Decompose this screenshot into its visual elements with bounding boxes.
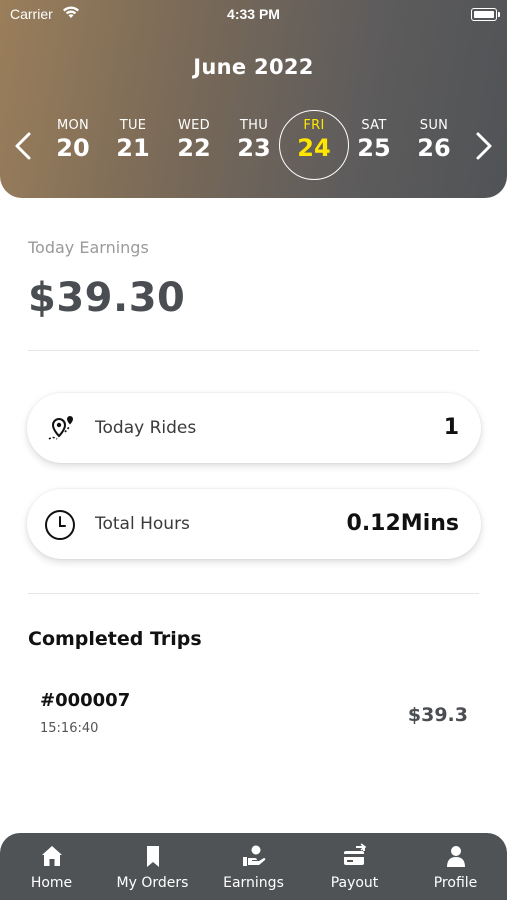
day-number: 25	[357, 134, 391, 162]
tab-my-orders[interactable]: My Orders	[102, 833, 203, 900]
home-icon	[41, 846, 62, 866]
tab-profile[interactable]: Profile	[405, 833, 506, 900]
profile-icon	[446, 846, 465, 867]
day-wed[interactable]: WED 22	[164, 118, 224, 162]
day-name: WED	[178, 118, 210, 133]
today-rides-card: Today Rides 1	[27, 393, 481, 463]
today-earnings-value: $39.30	[28, 275, 186, 321]
day-name: SAT	[361, 118, 387, 133]
tab-payout[interactable]: Payout	[304, 833, 405, 900]
tab-label: Payout	[330, 875, 379, 891]
today-rides-value: 1	[443, 415, 459, 440]
day-sat[interactable]: SAT 25	[344, 118, 404, 162]
day-number: 21	[116, 134, 150, 162]
day-number: 26	[417, 134, 451, 162]
day-name: MON	[56, 118, 90, 133]
battery-icon	[471, 8, 500, 21]
tab-label: Earnings	[223, 875, 284, 891]
day-name: SUN	[419, 118, 449, 133]
status-bar: Carrier 4:33 PM	[0, 0, 507, 30]
day-number: 23	[237, 134, 271, 162]
trip-time: 15:16:40	[40, 721, 99, 736]
day-number: 22	[177, 134, 211, 162]
total-hours-value: 0.12Mins	[346, 511, 459, 536]
day-thu[interactable]: THU 23	[224, 118, 284, 162]
month-title: June 2022	[193, 55, 314, 79]
completed-trips-title: Completed Trips	[28, 628, 202, 650]
calendar-header: Carrier 4:33 PM June 2022 MON 20 TUE 21 …	[0, 0, 507, 198]
day-name: TUE	[119, 118, 147, 133]
trip-id: #000007	[40, 690, 131, 711]
route-pin-icon	[48, 416, 73, 440]
today-rides-label: Today Rides	[95, 418, 197, 438]
total-hours-label: Total Hours	[95, 514, 190, 534]
trip-row[interactable]: #000007 15:16:40 $39.3	[40, 690, 470, 746]
tab-label: Home	[30, 875, 73, 891]
day-name: THU	[239, 118, 269, 133]
day-fri-selected[interactable]: FRI 24	[284, 118, 344, 162]
tab-home[interactable]: Home	[1, 833, 102, 900]
bottom-tab-bar: Home My Orders Earnings Payout Profile	[0, 833, 507, 900]
divider	[28, 350, 479, 351]
day-mon[interactable]: MON 20	[43, 118, 103, 162]
trip-amount: $39.3	[407, 704, 468, 726]
previous-week-arrow-icon[interactable]	[10, 128, 36, 164]
day-name: FRI	[303, 118, 325, 133]
clock-icon	[45, 510, 75, 540]
day-number: 24	[297, 134, 331, 162]
earnings-hand-icon	[242, 845, 265, 866]
bookmark-icon	[146, 846, 159, 867]
next-week-arrow-icon[interactable]	[471, 128, 497, 164]
divider	[28, 593, 479, 594]
tab-earnings[interactable]: Earnings	[203, 833, 304, 900]
day-sun[interactable]: SUN 26	[404, 118, 464, 162]
tab-label: Profile	[433, 875, 478, 891]
tab-label: My Orders	[116, 875, 189, 891]
day-tue[interactable]: TUE 21	[103, 118, 163, 162]
status-time: 4:33 PM	[227, 6, 280, 22]
today-earnings-label: Today Earnings	[28, 238, 149, 257]
total-hours-card: Total Hours 0.12Mins	[27, 489, 481, 559]
day-number: 20	[56, 134, 90, 162]
payout-card-icon	[343, 843, 366, 865]
